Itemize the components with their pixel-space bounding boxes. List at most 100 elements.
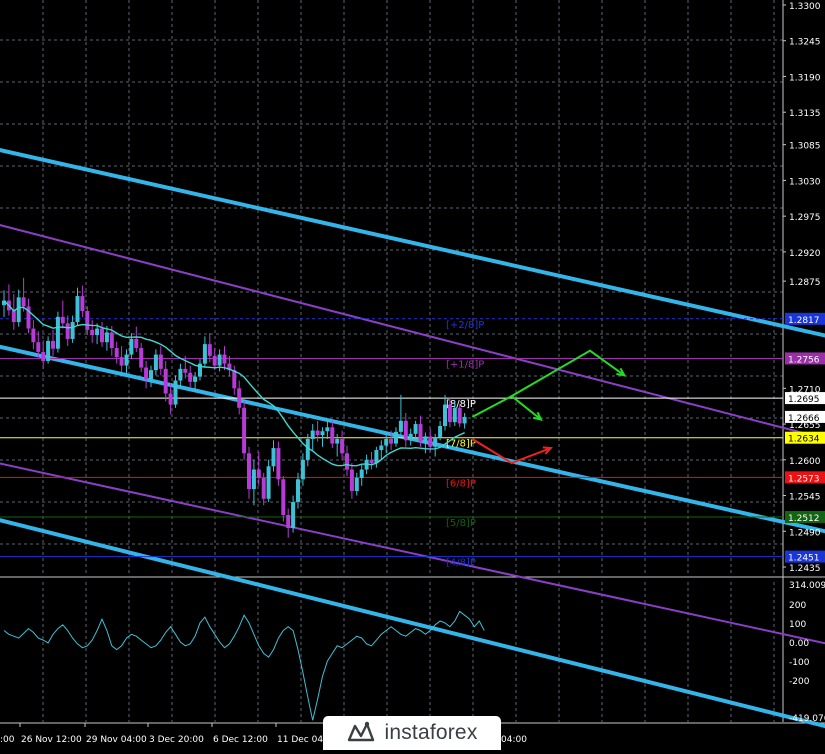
candle-body xyxy=(173,380,178,405)
candle-body xyxy=(46,340,51,362)
candle-body xyxy=(330,427,335,444)
candle-body xyxy=(75,296,80,323)
cci-tick-label: -100 xyxy=(789,658,810,668)
price-tick-label: 1.2875 xyxy=(789,278,821,288)
price-tick-label: 1.3245 xyxy=(789,38,821,48)
candle-body xyxy=(80,296,85,312)
candle-body xyxy=(276,448,281,480)
candle-body xyxy=(114,348,119,358)
candle-body xyxy=(251,469,256,490)
price-tick-label: 1.3190 xyxy=(789,73,821,83)
candle-body xyxy=(178,368,183,381)
price-tag-label: 1.2573 xyxy=(788,474,820,484)
candle-body xyxy=(242,407,247,454)
candle-body xyxy=(335,439,340,444)
murray-level-label: [5/8]P xyxy=(446,518,476,529)
candle-body xyxy=(21,297,26,307)
price-chart: [+2/8]P[+1/8]P[8/8]P[7/8]P[6/8]P[5/8]P[4… xyxy=(0,0,825,750)
candle-body xyxy=(163,368,168,394)
price-tag-label: 1.2817 xyxy=(788,316,820,326)
candle-body xyxy=(139,348,144,368)
cci-tick-label: 0.00 xyxy=(789,639,809,649)
candle-body xyxy=(134,338,139,349)
candle-body xyxy=(374,450,379,464)
candle-body xyxy=(129,338,134,355)
candle-body xyxy=(168,393,173,405)
candle-body xyxy=(457,407,462,424)
candle-body xyxy=(325,427,330,432)
candle-body xyxy=(389,439,394,444)
cci-tick-label: 100 xyxy=(789,620,806,630)
candle-body xyxy=(193,376,198,382)
candle-body xyxy=(384,439,389,446)
candle-body xyxy=(36,342,41,352)
candle-body xyxy=(202,344,207,364)
cci-tick-label: -419.076 xyxy=(789,714,825,724)
price-tag-label: 1.2512 xyxy=(788,514,820,524)
candle-body xyxy=(144,367,149,380)
price-tick-label: 1.2975 xyxy=(789,213,821,223)
candle-body xyxy=(398,420,403,432)
murray-level-label: [6/8]P xyxy=(446,478,476,489)
time-tick-label: 3 Dec 20:00 xyxy=(149,735,204,745)
price-tick-label: 1.3030 xyxy=(789,177,821,187)
time-tick-label: :00 xyxy=(0,735,15,745)
candle-body xyxy=(60,316,65,324)
candle-body xyxy=(369,459,374,464)
price-tick-label: 1.3085 xyxy=(789,142,821,152)
candle-body xyxy=(320,431,325,436)
price-tick-label: 1.2920 xyxy=(789,249,821,259)
candle-body xyxy=(438,426,443,438)
candle-body xyxy=(379,445,384,451)
candle-body xyxy=(310,430,315,440)
candle-body xyxy=(408,433,413,441)
candle-body xyxy=(207,344,212,356)
candle-body xyxy=(433,437,438,447)
candle-body xyxy=(443,404,447,427)
candle-body xyxy=(266,466,271,499)
price-tick-label: 1.3300 xyxy=(789,2,821,12)
candle-body xyxy=(124,354,129,366)
candle-body xyxy=(447,404,452,423)
candle-body xyxy=(51,340,55,349)
candle-body xyxy=(286,515,291,529)
candle-body xyxy=(349,469,354,491)
candle-body xyxy=(403,420,408,441)
candle-body xyxy=(428,436,433,447)
candle-body xyxy=(31,328,36,343)
price-tag-label: 1.2451 xyxy=(788,554,820,564)
murray-level-label: [+2/8]P xyxy=(446,320,484,331)
time-tick-label: 29 Nov 04:00 xyxy=(86,735,147,745)
candle-body xyxy=(340,439,345,454)
candle-body xyxy=(41,351,46,362)
candle-body xyxy=(413,424,418,434)
candle-body xyxy=(300,459,305,480)
price-tag-label: 1.2666 xyxy=(788,414,820,424)
candle-body xyxy=(95,328,100,336)
candle-body xyxy=(104,332,109,343)
candle-body xyxy=(354,477,359,491)
candle-body xyxy=(423,436,428,442)
murray-level-label: [+1/8]P xyxy=(446,359,484,370)
cci-tick-label: -200 xyxy=(789,677,810,687)
candle-body xyxy=(183,368,188,373)
candle-body xyxy=(119,357,124,366)
candle-body xyxy=(212,355,217,366)
candle-body xyxy=(153,354,158,371)
candle-body xyxy=(271,448,276,467)
candle-body xyxy=(55,316,60,349)
price-tag-label: 1.2756 xyxy=(788,355,820,365)
price-tick-label: 1.2490 xyxy=(789,528,821,538)
candle-body xyxy=(217,354,222,366)
candle-body xyxy=(149,370,153,380)
time-tick-label: 26 Nov 12:00 xyxy=(21,735,82,745)
candle-body xyxy=(281,479,286,516)
candle-body xyxy=(418,424,423,442)
candle-body xyxy=(232,370,237,389)
candle-body xyxy=(188,372,193,382)
price-tag-label: 1.2695 xyxy=(788,395,820,405)
chart-stage: [+2/8]P [+1/8]P [8/8]P [7/8]P [6/8]P [5/8]P [4… xyxy=(0,0,825,750)
candle-body xyxy=(291,502,296,529)
candle-body xyxy=(222,354,227,364)
candle-body xyxy=(90,329,95,336)
